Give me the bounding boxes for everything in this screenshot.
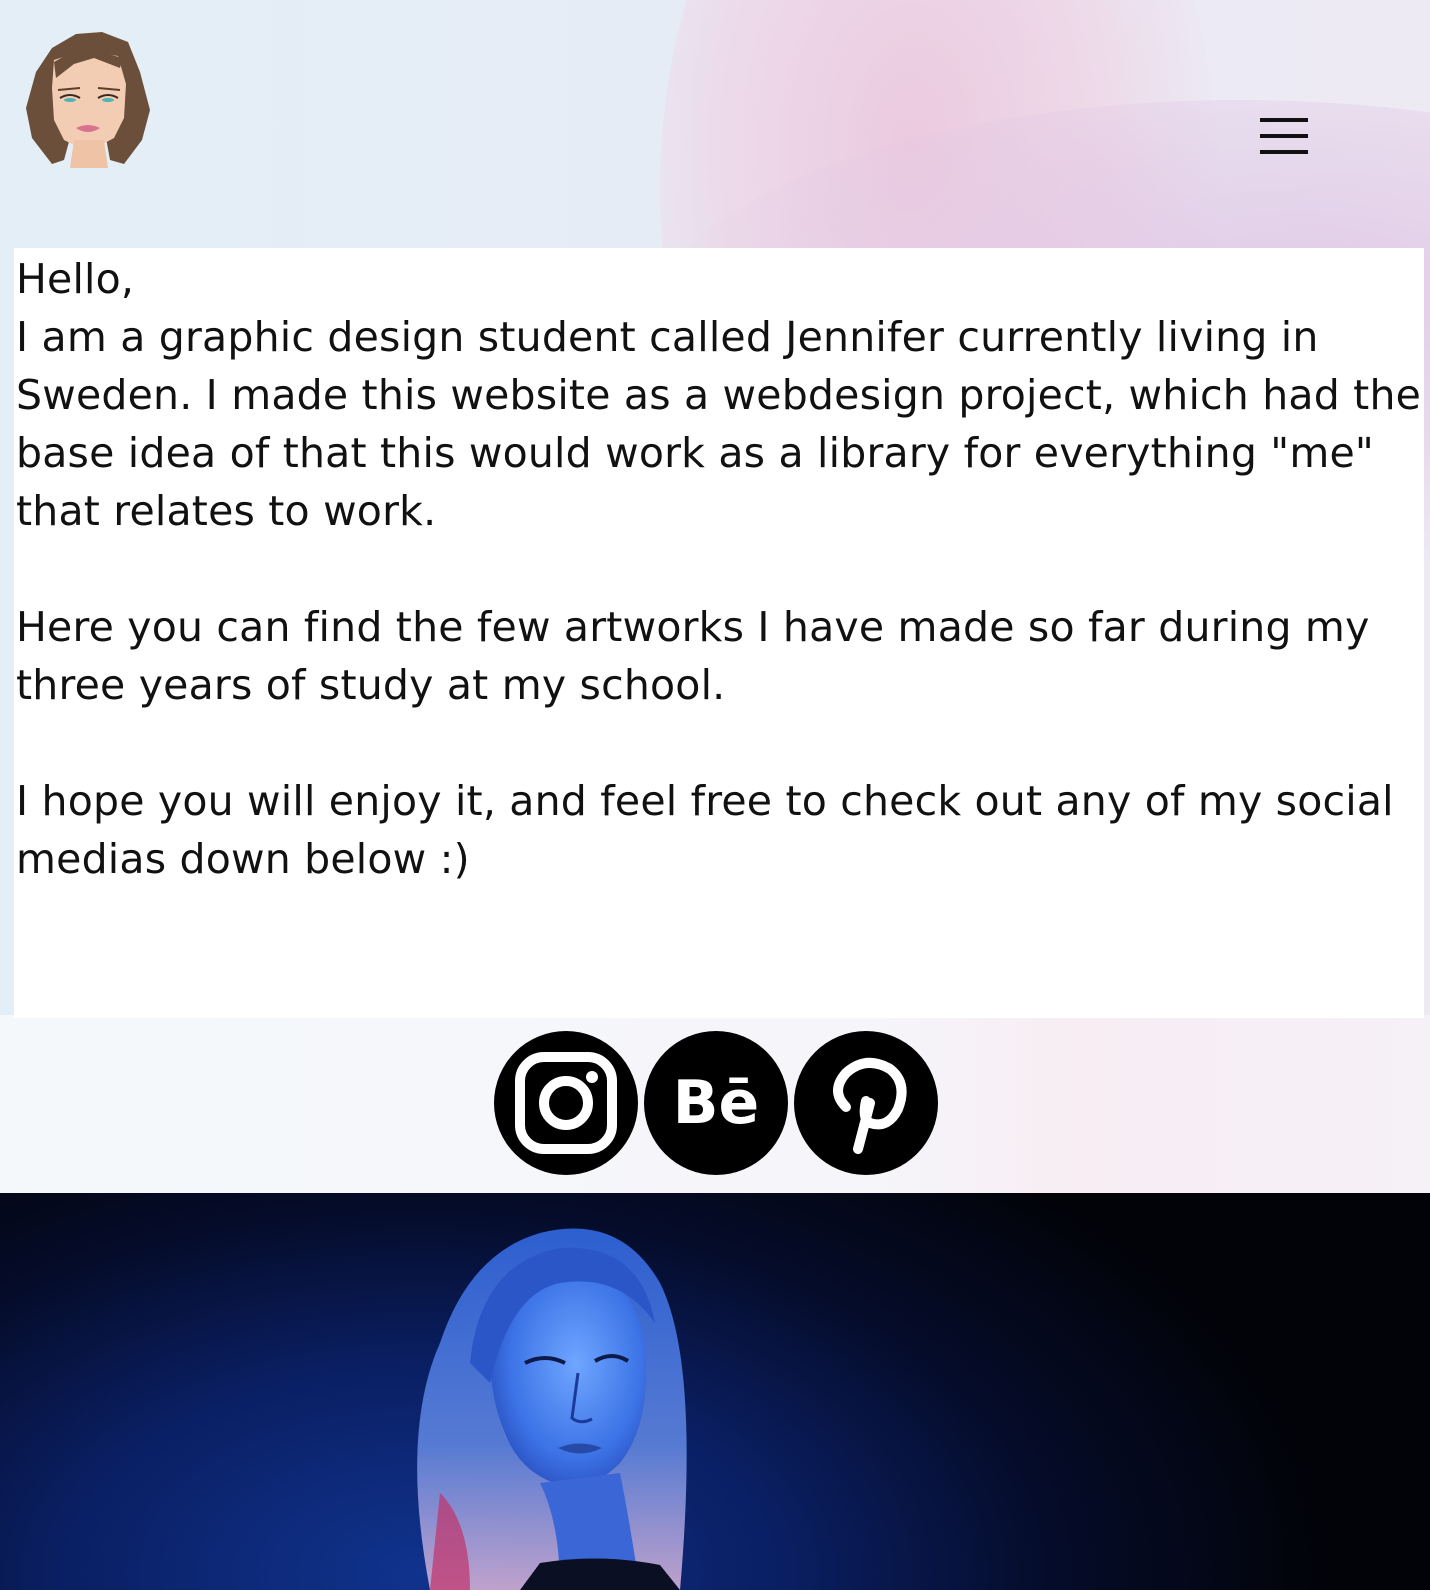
woman-avatar-icon	[26, 32, 150, 168]
intro-greeting: Hello,	[16, 255, 135, 303]
hamburger-menu-icon-bar	[1260, 134, 1308, 138]
intro-paragraph-1: I am a graphic design student called Jen…	[16, 313, 1422, 535]
intro-text-box: Hello, I am a graphic design student cal…	[14, 248, 1424, 1018]
behance-link[interactable]: Bē	[644, 1031, 788, 1175]
behance-icon: Bē	[673, 1068, 759, 1138]
intro-paragraph-3: I hope you will enjoy it, and feel free …	[16, 777, 1394, 883]
menu-button[interactable]	[1256, 114, 1312, 160]
instagram-link[interactable]	[494, 1031, 638, 1175]
site-header	[0, 0, 1430, 234]
intro-paragraph-2: Here you can find the few artworks I hav…	[16, 603, 1370, 709]
logo-avatar-icon[interactable]	[24, 28, 152, 170]
portrait-photo-blue-light	[417, 1228, 687, 1590]
pinterest-icon	[833, 1058, 907, 1154]
pinterest-link[interactable]	[794, 1031, 938, 1175]
hero-portrait-photo	[0, 1193, 1430, 1590]
hamburger-menu-icon	[1260, 118, 1308, 122]
instagram-icon	[515, 1052, 617, 1154]
hamburger-menu-icon-bar	[1260, 150, 1308, 154]
social-links: Bē	[494, 1031, 944, 1177]
svg-text:Bē: Bē	[673, 1068, 759, 1138]
